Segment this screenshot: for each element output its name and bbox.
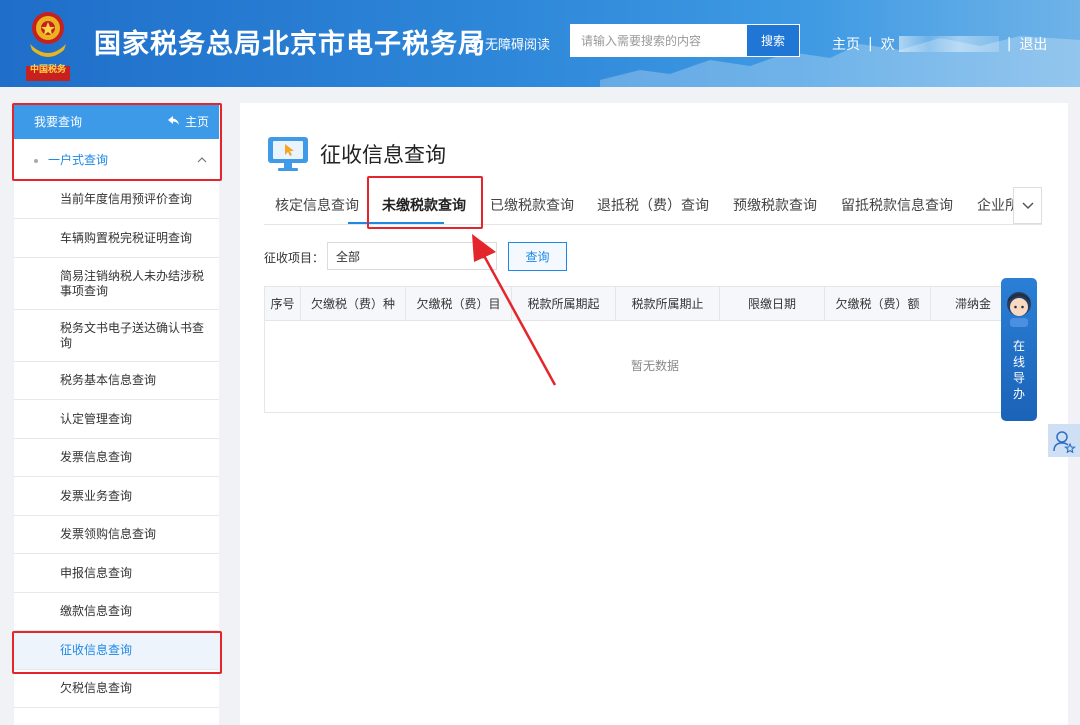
main-panel: 征收信息查询 核定信息查询 未缴税款查询 已缴税款查询 退抵税（费）查询 预缴税… [240, 103, 1068, 725]
search-input[interactable] [571, 25, 747, 56]
column-header: 限缴日期 [720, 287, 825, 321]
user-favorite-float-button[interactable] [1048, 424, 1080, 457]
home-link[interactable]: 主页 [832, 34, 860, 54]
sidebar-item-label: 发票业务查询 [60, 488, 133, 503]
sidebar-item-label: 发票信息查询 [60, 450, 133, 464]
tab-unpaid-tax[interactable]: 未缴税款查询 [382, 195, 466, 215]
sidebar-item-certification[interactable]: 认定管理查询 [14, 400, 219, 439]
guide-char: 导 [1012, 371, 1025, 385]
sidebar-item-basic-info[interactable]: 税务基本信息查询 [14, 362, 219, 400]
sidebar-item-document-delivery[interactable]: 税务文书电子送达确认书查询 [14, 310, 219, 362]
sidebar-item-label: 缴款信息查询 [60, 604, 133, 618]
active-tab-underline [348, 222, 444, 224]
sidebar-item-deregistration-matters[interactable]: 简易注销纳税人未办结涉税事项查询 [14, 258, 219, 310]
column-header: 序号 [265, 287, 301, 321]
guide-label: 在 线 导 办 [1001, 338, 1037, 402]
annotation-arrow [472, 234, 557, 386]
logout-link[interactable]: 退出 [1019, 34, 1047, 54]
search-box: 搜索 [570, 24, 800, 57]
site-title: 国家税务总局北京市电子税务局 [94, 29, 486, 60]
sidebar-item-credit-evaluation[interactable]: 当前年度信用预评价查询 [14, 181, 219, 219]
site-header: 中国税务 国家税务总局北京市电子税务局 无障碍阅读 搜索 主页 | 欢 | 退出 [0, 0, 1080, 87]
tab-retained-credit[interactable]: 留抵税款信息查询 [841, 195, 953, 215]
sidebar-item-collection[interactable]: 征收信息查询 [14, 631, 219, 670]
username-redacted [898, 36, 999, 52]
sidebar-items: 当前年度信用预评价查询 车辆购置税完税证明查询 简易注销纳税人未办结涉税事项查询… [14, 181, 219, 708]
tab-assessment-info[interactable]: 核定信息查询 [275, 195, 359, 215]
sidebar-item-label: 税务基本信息查询 [60, 373, 157, 387]
sidebar-group-one-stop[interactable]: 一户式查询 [14, 139, 219, 181]
sidebar-item-label: 简易注销纳税人未办结涉税事项查询 [60, 268, 205, 298]
search-button[interactable]: 搜索 [747, 25, 799, 56]
sidebar-item-vehicle-tax-certificate[interactable]: 车辆购置税完税证明查询 [14, 219, 219, 258]
sidebar: 我要查询 主页 一户式查询 当前年度信用预评价查询 车辆购置税完税证明查询 简易… [14, 103, 219, 725]
guide-char: 在 [1012, 339, 1025, 353]
column-header: 欠缴税（费）种 [301, 287, 406, 321]
guide-char: 办 [1012, 387, 1025, 401]
sidebar-item-payment[interactable]: 缴款信息查询 [14, 593, 219, 631]
sidebar-item-label: 当前年度信用预评价查询 [60, 192, 193, 206]
tab-paid-tax[interactable]: 已缴税款查询 [490, 195, 574, 215]
table-header: 序号 欠缴税（费）种 欠缴税（费）目 税款所属期起 税款所属期止 限缴日期 欠缴… [265, 287, 1013, 321]
user-star-icon [1053, 430, 1076, 453]
agent-avatar-icon [1007, 292, 1031, 327]
tab-more-button[interactable] [1013, 187, 1042, 224]
column-header: 欠缴税（费）额 [825, 287, 931, 321]
sidebar-item-label: 发票领购信息查询 [60, 527, 157, 541]
tab-prepaid-tax[interactable]: 预缴税款查询 [733, 195, 817, 215]
sidebar-item-declaration[interactable]: 申报信息查询 [14, 554, 219, 593]
accessibility-link[interactable]: 无障碍阅读 [470, 34, 550, 53]
separator: | [1006, 36, 1012, 52]
empty-state-text: 暂无数据 [630, 359, 679, 373]
page-title: 征收信息查询 [266, 135, 446, 173]
tab-refund-offset[interactable]: 退抵税（费）查询 [597, 195, 709, 215]
sidebar-item-invoice-business[interactable]: 发票业务查询 [14, 477, 219, 516]
sidebar-item-label: 征收信息查询 [60, 642, 133, 657]
online-guide-widget[interactable]: 在 线 导 办 [1001, 278, 1037, 421]
welcome-text: 欢 [880, 37, 895, 53]
sidebar-item-label: 车辆购置税完税证明查询 [60, 230, 193, 245]
eye-icon [470, 37, 482, 50]
page-title-text: 征收信息查询 [320, 143, 446, 167]
sidebar-item-arrears[interactable]: 欠税信息查询 [14, 670, 219, 708]
separator: | [868, 36, 873, 52]
accessibility-label: 无障碍阅读 [485, 38, 551, 53]
back-arrow-icon [167, 116, 179, 125]
emblem-caption: 中国税务 [29, 65, 66, 75]
sidebar-item-invoice-purchase[interactable]: 发票领购信息查询 [14, 516, 219, 554]
sidebar-home-label: 主页 [184, 114, 209, 129]
guide-char: 线 [1012, 355, 1025, 369]
sidebar-group-label: 一户式查询 [48, 153, 109, 167]
sidebar-header: 我要查询 主页 [14, 103, 219, 139]
sidebar-item-label: 欠税信息查询 [60, 681, 133, 695]
sidebar-item-label: 申报信息查询 [60, 565, 133, 580]
chevron-down-icon [1021, 201, 1034, 209]
sidebar-header-label: 我要查询 [34, 114, 83, 129]
select-value: 全部 [336, 249, 361, 264]
top-links: 主页 | 欢 | 退出 [832, 34, 1047, 54]
sidebar-item-label: 认定管理查询 [60, 411, 133, 426]
monitor-icon [268, 137, 308, 171]
sidebar-home-link[interactable]: 主页 [167, 113, 209, 130]
filter-label: 征收项目： [264, 251, 325, 265]
results-table: 序号 欠缴税（费）种 欠缴税（费）目 税款所属期起 税款所属期止 限缴日期 欠缴… [264, 286, 1014, 413]
sidebar-item-invoice-info[interactable]: 发票信息查询 [14, 439, 219, 477]
column-header: 税款所属期止 [616, 287, 720, 321]
tab-bar: 核定信息查询 未缴税款查询 已缴税款查询 退抵税（费）查询 预缴税款查询 留抵税… [264, 185, 1042, 225]
chevron-up-icon [197, 156, 207, 162]
bullet-dot [34, 158, 38, 163]
sidebar-item-label: 税务文书电子送达确认书查询 [60, 320, 205, 350]
